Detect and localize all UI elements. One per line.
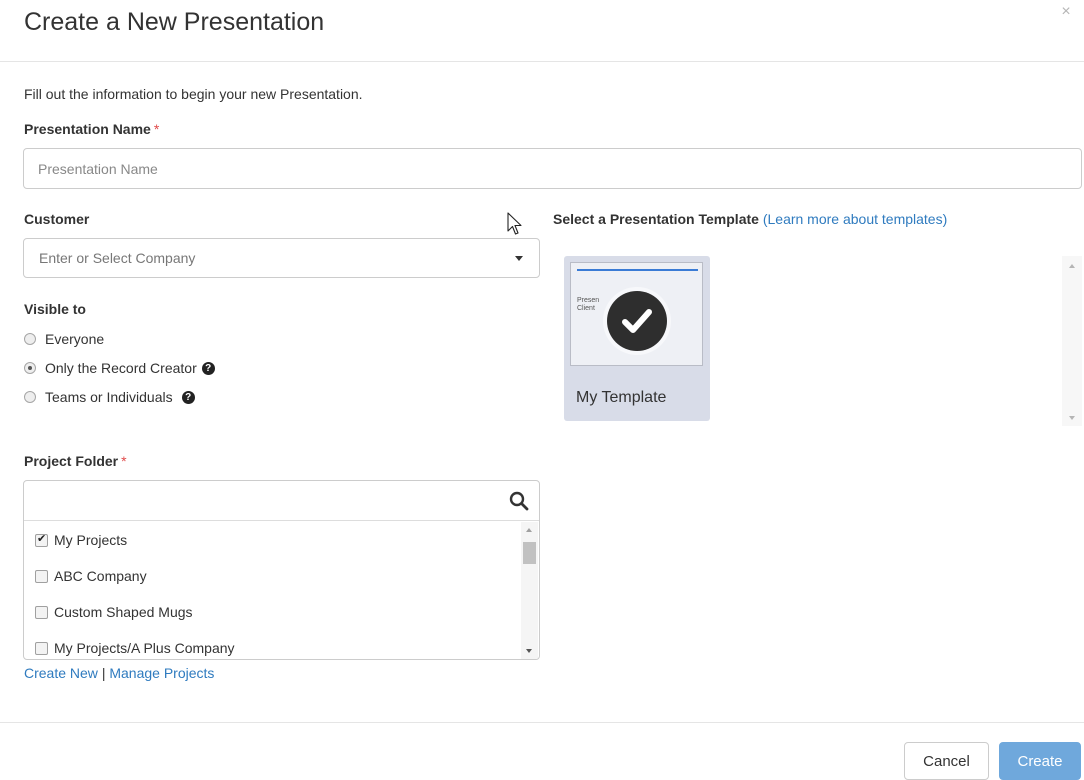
project-folder-search-input[interactable] xyxy=(24,481,539,521)
project-folder-list: My Projects ABC Company Custom Shaped Mu… xyxy=(24,522,521,659)
header-divider xyxy=(0,61,1084,62)
scroll-down-arrow-icon[interactable] xyxy=(1069,416,1075,420)
question-circle-icon[interactable]: ? xyxy=(181,390,195,404)
footer-divider xyxy=(0,722,1084,723)
radio-label: Everyone xyxy=(45,331,105,347)
dialog-title: Create a New Presentation xyxy=(24,8,325,36)
visibility-option-record-creator[interactable]: Only the Record Creator ? xyxy=(24,358,215,378)
list-item[interactable]: My Projects xyxy=(24,522,521,558)
template-card-my-template[interactable]: Presen Client My Template xyxy=(564,256,710,421)
manage-projects-link[interactable]: Manage Projects xyxy=(109,665,214,681)
folder-label: ABC Company xyxy=(54,568,147,584)
customer-select-placeholder: Enter or Select Company xyxy=(39,250,196,266)
folder-label: Custom Shaped Mugs xyxy=(54,604,193,620)
scroll-up-arrow-icon[interactable] xyxy=(526,528,532,532)
template-list-scrollbar[interactable] xyxy=(1062,256,1082,426)
list-item[interactable]: Custom Shaped Mugs xyxy=(24,594,521,630)
checkbox[interactable] xyxy=(35,569,48,583)
checkbox[interactable] xyxy=(35,641,48,655)
checkbox-checked[interactable] xyxy=(35,532,48,547)
cancel-button[interactable]: Cancel xyxy=(904,742,989,780)
create-new-link[interactable]: Create New xyxy=(24,665,98,681)
folder-list-scrollbar[interactable] xyxy=(521,522,538,659)
thumbnail-text: Presen Client xyxy=(577,297,599,313)
project-folder-label: Project Folder * xyxy=(24,453,127,469)
customer-select[interactable]: Enter or Select Company xyxy=(23,238,540,278)
caret-down-icon xyxy=(515,256,523,261)
close-icon[interactable]: × xyxy=(1056,2,1076,22)
visibility-radio-group: Everyone Only the Record Creator ? Teams… xyxy=(24,329,215,407)
presentation-name-input[interactable] xyxy=(23,148,1082,189)
template-heading: Select a Presentation Template (Learn mo… xyxy=(553,211,947,227)
presentation-name-label: Presentation Name * xyxy=(24,121,159,137)
project-links: Create New | Manage Projects xyxy=(24,665,214,681)
intro-text: Fill out the information to begin your n… xyxy=(24,86,363,102)
mouse-cursor-icon xyxy=(507,212,522,235)
link-separator: | xyxy=(101,665,106,681)
radio-label: Only the Record Creator xyxy=(45,360,197,376)
search-icon[interactable] xyxy=(509,491,529,511)
visible-to-label: Visible to xyxy=(24,301,86,317)
required-mark: * xyxy=(121,453,127,469)
template-thumbnail: Presen Client xyxy=(570,262,703,366)
project-folder-picker: My Projects ABC Company Custom Shaped Mu… xyxy=(23,480,540,660)
scroll-up-arrow-icon[interactable] xyxy=(1069,264,1075,268)
thumbnail-title: Presen xyxy=(577,297,600,304)
scroll-down-arrow-icon[interactable] xyxy=(526,649,532,653)
question-circle-icon[interactable]: ? xyxy=(201,361,215,375)
folder-label: My Projects xyxy=(54,532,128,548)
radio-button[interactable] xyxy=(24,391,36,403)
visibility-option-everyone[interactable]: Everyone xyxy=(24,329,215,349)
check-circle-icon xyxy=(607,291,667,351)
scroll-thumb[interactable] xyxy=(523,542,536,564)
thumbnail-accent-line xyxy=(577,269,698,271)
radio-button[interactable] xyxy=(24,333,36,345)
list-item[interactable]: My Projects/A Plus Company xyxy=(24,630,521,659)
radio-label: Teams or Individuals xyxy=(45,389,173,405)
project-folder-label-text: Project Folder xyxy=(24,453,119,469)
required-mark: * xyxy=(153,121,160,137)
thumbnail-subtitle: Client xyxy=(577,305,595,312)
visibility-option-teams[interactable]: Teams or Individuals ? xyxy=(24,387,215,407)
template-name: My Template xyxy=(576,389,667,406)
list-item[interactable]: ABC Company xyxy=(24,558,521,594)
radio-button-selected[interactable] xyxy=(24,362,36,374)
template-heading-text: Select a Presentation Template xyxy=(553,211,759,227)
customer-label: Customer xyxy=(24,211,90,227)
create-button[interactable]: Create xyxy=(999,742,1081,780)
presentation-name-label-text: Presentation Name xyxy=(24,121,151,137)
checkbox[interactable] xyxy=(35,605,48,619)
folder-label: My Projects/A Plus Company xyxy=(54,640,235,656)
learn-more-templates-link[interactable]: (Learn more about templates) xyxy=(763,211,947,227)
